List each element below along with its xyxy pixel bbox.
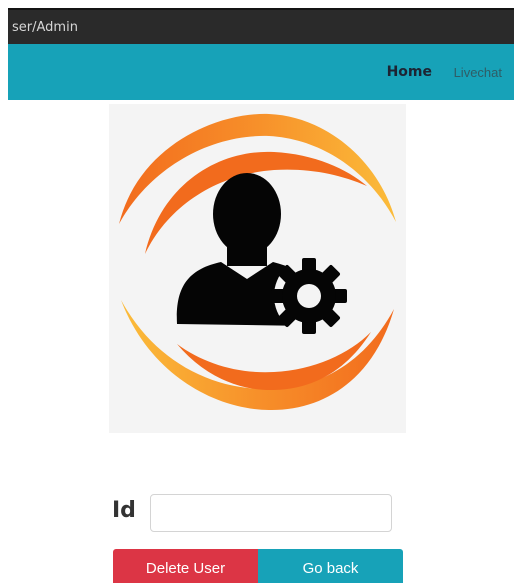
admin-illustration [109,104,406,433]
admin-user-gear-icon [119,113,396,411]
top-navbar: Home Livechat [8,44,514,100]
id-input[interactable] [150,494,392,532]
browser-address-bar[interactable]: ser/Admin [8,8,514,44]
nav-livechat-link[interactable]: Livechat [454,65,502,80]
id-label: Id [112,498,136,523]
admin-page: ser/Admin Home Livechat Id Delete User G… [0,0,514,583]
nav-home-link[interactable]: Home [387,64,432,80]
go-back-button[interactable]: Go back [258,549,403,583]
address-text: ser/Admin [12,20,78,35]
delete-user-button[interactable]: Delete User [113,549,258,583]
